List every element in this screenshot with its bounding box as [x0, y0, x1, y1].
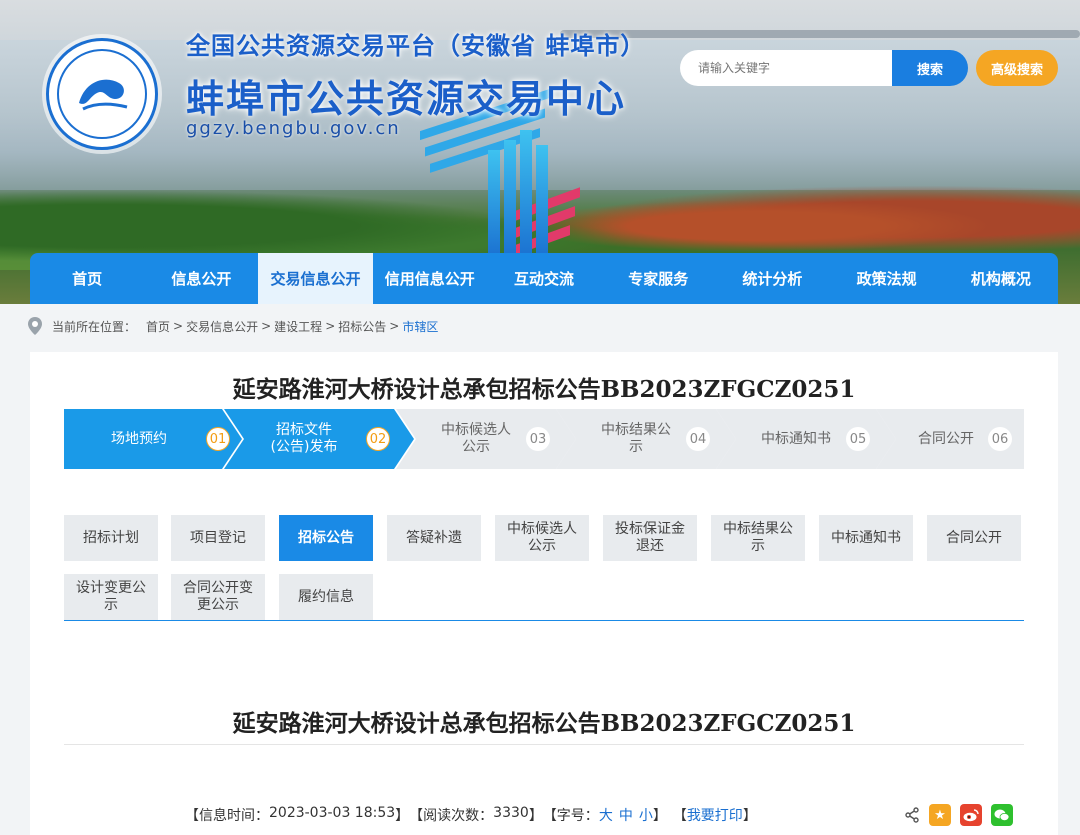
tab-contract-disclosure[interactable]: 合同公开: [927, 515, 1021, 561]
nav-item-interaction[interactable]: 互动交流: [487, 253, 601, 304]
share-icon: [905, 807, 919, 823]
breadcrumb-separator: >: [389, 319, 400, 333]
tab-tender-notice[interactable]: 招标公告: [279, 515, 373, 561]
qzone-share-icon[interactable]: ★: [929, 804, 951, 826]
info-time-label: 【信息时间：: [185, 808, 269, 824]
read-count-label: 【阅读次数：: [409, 808, 494, 824]
print-link[interactable]: 我要打印: [687, 805, 743, 825]
step-candidate-notice[interactable]: 中标候选人 公示 03: [396, 409, 576, 469]
article-divider: [64, 744, 1024, 745]
tab-result-notice[interactable]: 中标结果公示: [711, 515, 805, 561]
step-tender-doc-release[interactable]: 招标文件 (公告)发布 02: [224, 409, 414, 469]
process-steps: 场地预约 01 招标文件 (公告)发布 02 中标候选人 公示 03 中标结果公示 …: [64, 409, 1024, 469]
breadcrumb-separator: >: [325, 319, 336, 333]
breadcrumb-prefix: 当前所在位置：: [52, 319, 137, 334]
nav-item-trade-info[interactable]: 交易信息公开: [258, 253, 373, 304]
tab-tender-plan[interactable]: 招标计划: [64, 515, 158, 561]
breadcrumb-trade-info[interactable]: 交易信息公开: [186, 318, 258, 335]
share-bar: ★: [904, 804, 1013, 826]
tab-award-notice[interactable]: 中标通知书: [819, 515, 913, 561]
nav-item-about[interactable]: 机构概况: [944, 253, 1058, 304]
location-pin-icon: [28, 317, 42, 335]
breadcrumb-separator: >: [261, 319, 272, 333]
search-input[interactable]: [680, 50, 892, 86]
main-nav: 首页 信息公开 交易信息公开 信用信息公开 互动交流 专家服务 统计分析 政策法…: [30, 253, 1058, 304]
content-panel: 延安路淮河大桥设计总承包招标公告BB2023ZFGCZ0251 场地预约 01 …: [30, 352, 1058, 835]
article-title: 延安路淮河大桥设计总承包招标公告BB2023ZFGCZ0251: [232, 710, 856, 737]
platform-title: 全国公共资源交易平台（安徽省 蚌埠市）: [186, 32, 646, 60]
advanced-search-button[interactable]: 高级搜索: [976, 50, 1058, 86]
breadcrumb-district[interactable]: 市辖区: [402, 318, 438, 335]
tab-project-registration[interactable]: 项目登记: [171, 515, 265, 561]
search-button[interactable]: 搜索: [892, 50, 968, 86]
center-title: 蚌埠市公共资源交易中心: [186, 77, 627, 121]
tab-candidate-notice[interactable]: 中标候选人 公示: [495, 515, 589, 561]
tabs-divider: [64, 620, 1024, 621]
breadcrumb-separator: >: [173, 319, 184, 333]
wechat-share-icon[interactable]: [991, 804, 1013, 826]
breadcrumb-construction[interactable]: 建设工程: [274, 318, 322, 335]
font-size-large-link[interactable]: 大: [599, 805, 613, 825]
page-title: 延安路淮河大桥设计总承包招标公告BB2023ZFGCZ0251: [232, 376, 856, 403]
step-contract-disclosure[interactable]: 合同公开 06: [876, 409, 1024, 469]
tab-contract-change-notice[interactable]: 合同公开变 更公示: [171, 574, 265, 620]
tab-deposit-refund[interactable]: 投标保证金 退还: [603, 515, 697, 561]
font-size-medium-link[interactable]: 中: [619, 805, 633, 825]
step-award-notice[interactable]: 中标通知书 05: [716, 409, 896, 469]
font-size-label: 【字号：: [542, 808, 599, 824]
info-time-value: 2023-03-03 18:53: [269, 805, 396, 821]
weibo-share-icon[interactable]: [960, 804, 982, 826]
site-domain: ggzy.bengbu.gov.cn: [186, 118, 401, 139]
tab-performance-info[interactable]: 履约信息: [279, 574, 373, 620]
nav-item-policy[interactable]: 政策法规: [830, 253, 944, 304]
tab-qa-supplement[interactable]: 答疑补遗: [387, 515, 481, 561]
tab-design-change-notice[interactable]: 设计变更公示: [64, 574, 158, 620]
logo-emblem-icon: [79, 79, 128, 111]
nav-item-credit-info[interactable]: 信用信息公开: [373, 253, 487, 304]
article-meta: 【信息时间： 2023-03-03 18:53 】 【阅读次数： 3330 】 …: [185, 805, 757, 825]
nav-item-info-disclosure[interactable]: 信息公开: [144, 253, 258, 304]
read-count-value: 3330: [493, 805, 529, 821]
site-logo[interactable]: [46, 38, 158, 150]
step-result-notice[interactable]: 中标结果公示 04: [556, 409, 736, 469]
breadcrumb: 当前所在位置： 首页 > 交易信息公开 > 建设工程 > 招标公告 > 市辖区: [28, 315, 438, 337]
nav-item-home[interactable]: 首页: [30, 253, 144, 304]
nav-item-statistics[interactable]: 统计分析: [715, 253, 829, 304]
nav-item-expert-service[interactable]: 专家服务: [601, 253, 715, 304]
breadcrumb-home[interactable]: 首页: [146, 318, 170, 335]
breadcrumb-tender-notice[interactable]: 招标公告: [338, 318, 386, 335]
step-venue-booking[interactable]: 场地预约 01: [64, 409, 242, 469]
font-size-small-link[interactable]: 小: [639, 805, 653, 825]
